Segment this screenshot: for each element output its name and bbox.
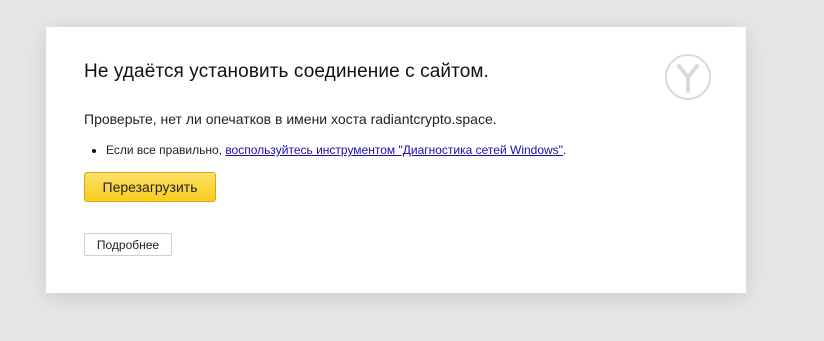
- network-diagnostics-link[interactable]: воспользуйтесь инструментом "Диагностика…: [225, 143, 563, 157]
- browser-logo-glyph: [677, 64, 699, 93]
- details-button[interactable]: Подробнее: [84, 233, 172, 256]
- yandex-browser-logo-icon: [665, 54, 711, 100]
- reload-button[interactable]: Перезагрузить: [84, 172, 216, 202]
- bullet-dot: [92, 149, 96, 153]
- diagnostics-bullet: Если все правильно, воспользуйтесь инстр…: [92, 143, 567, 157]
- error-card: Не удаётся установить соединение с сайто…: [46, 27, 746, 293]
- bullet-prefix: Если все правильно,: [106, 143, 226, 157]
- error-title: Не удаётся установить соединение с сайто…: [84, 61, 489, 82]
- bullet-suffix: .: [562, 143, 567, 157]
- error-check-text: Проверьте, нет ли опечатков в имени хост…: [84, 111, 497, 127]
